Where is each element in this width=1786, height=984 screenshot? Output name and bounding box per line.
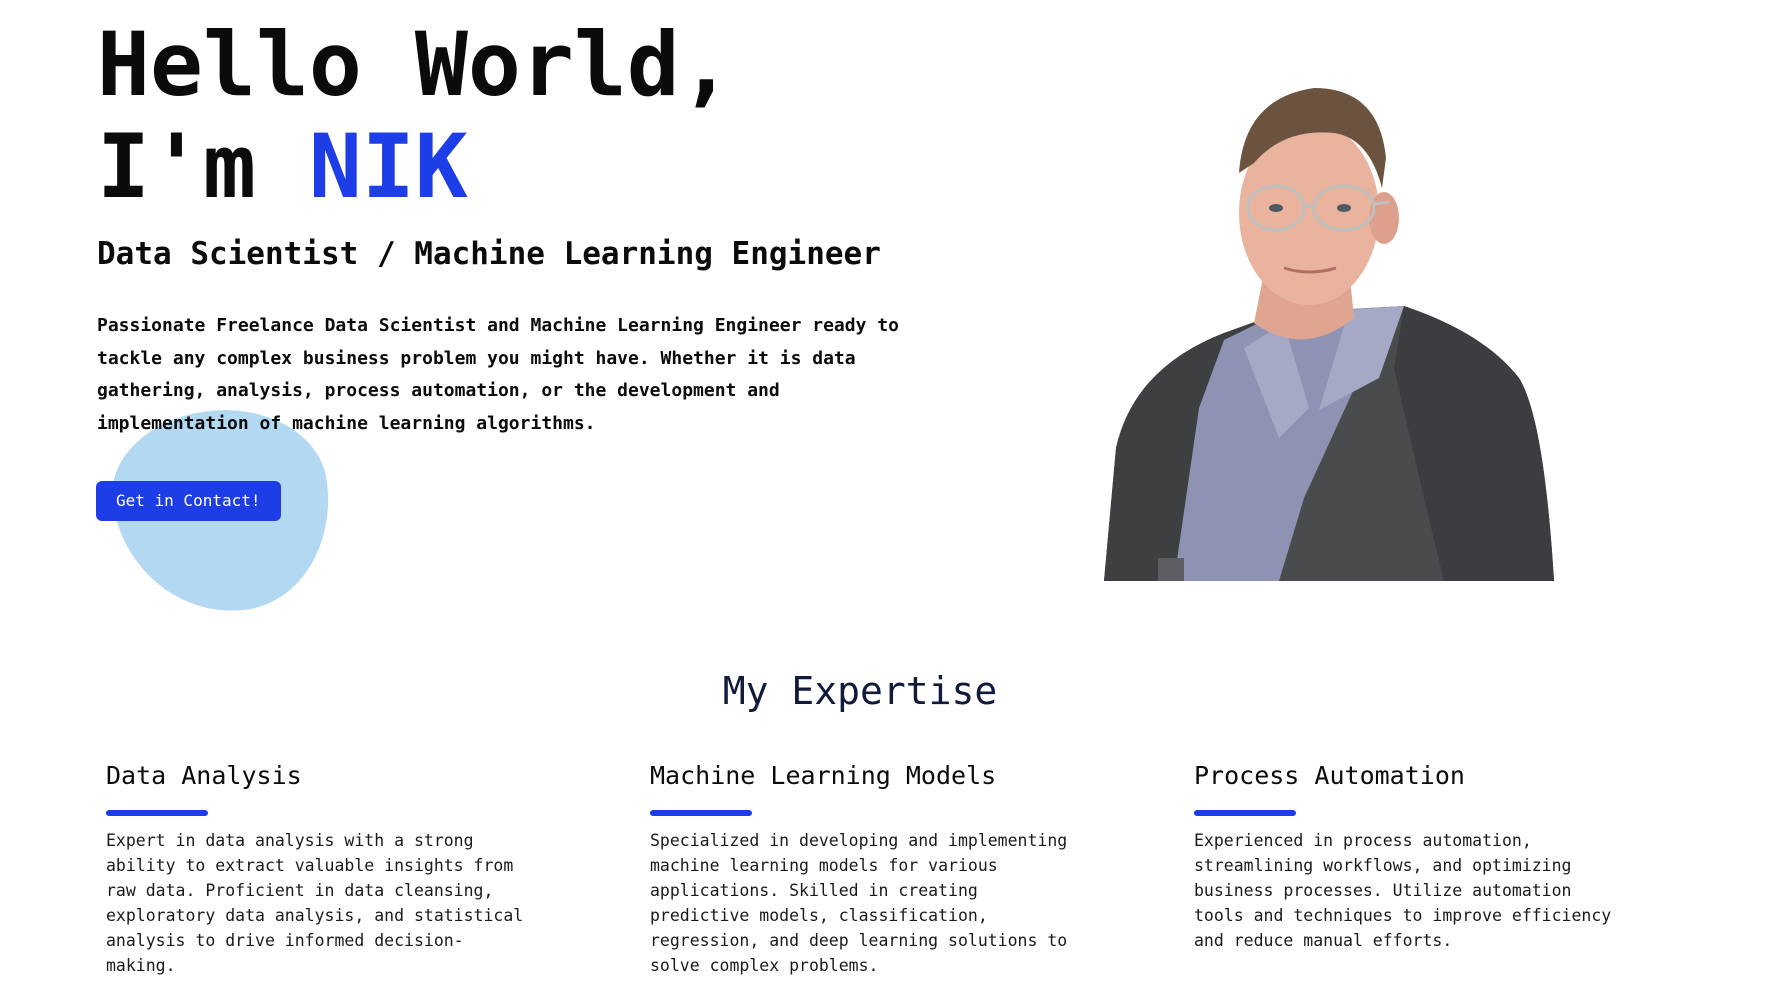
expertise-card-data-analysis: Data Analysis Expert in data analysis wi…: [106, 758, 546, 978]
card-accent-bar: [1194, 810, 1296, 816]
page: Hello World, I'm NIK Data Scientist / Ma…: [0, 0, 1786, 984]
card-accent-bar: [650, 810, 752, 816]
hero-title-prefix: I'm: [97, 115, 309, 218]
card-title: Machine Learning Models: [650, 761, 997, 790]
expertise-card-process-automation: Process Automation Experienced in proces…: [1194, 758, 1634, 953]
get-in-contact-button[interactable]: Get in Contact!: [96, 481, 281, 521]
hero-title-line2: I'm NIK: [97, 116, 733, 218]
hero-title: Hello World, I'm NIK: [97, 14, 733, 218]
profile-photo: [1104, 78, 1556, 581]
card-description: Expert in data analysis with a strong ab…: [106, 831, 524, 975]
hero-subtitle: Data Scientist / Machine Learning Engine…: [97, 236, 881, 272]
card-title: Process Automation: [1194, 761, 1465, 790]
card-title: Data Analysis: [106, 761, 302, 790]
hero-title-line1: Hello World,: [97, 13, 733, 116]
card-accent-bar: [106, 810, 208, 816]
expertise-section-title: My Expertise: [722, 669, 998, 713]
expertise-card-machine-learning-models: Machine Learning Models Specialized in d…: [650, 758, 1090, 978]
card-description: Specialized in developing and implementi…: [650, 831, 1068, 975]
hero-intro: Passionate Freelance Data Scientist and …: [97, 315, 899, 434]
card-description: Experienced in process automation, strea…: [1194, 831, 1612, 950]
hero-name: NIK: [308, 115, 468, 218]
